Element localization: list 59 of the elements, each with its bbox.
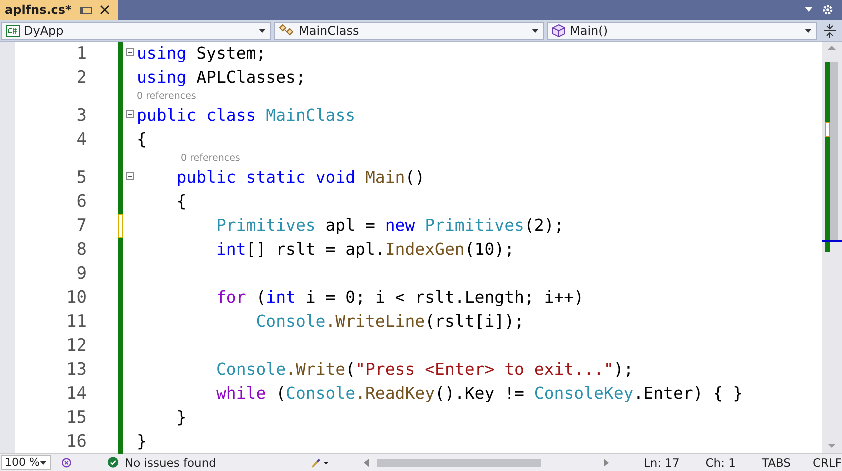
line-number: 2: [76, 68, 87, 88]
close-icon[interactable]: [100, 5, 110, 15]
code-line: }: [137, 431, 147, 453]
collapse-icon[interactable]: [126, 172, 134, 180]
line-number: 14: [66, 384, 87, 404]
code-line: }: [176, 407, 187, 429]
check-icon: [108, 456, 119, 469]
caret-icon: [532, 28, 539, 32]
line-number: 10: [66, 288, 87, 308]
caret-icon: [805, 28, 812, 32]
code-line: using System;: [137, 43, 266, 65]
code-line: Console.WriteLine(rslt[i]);: [255, 311, 524, 333]
pin-icon[interactable]: [80, 6, 92, 14]
code-line: while (Console.ReadKey().Key != ConsoleKey.Enter) { }: [215, 383, 744, 405]
code-line: int[] rslt = apl.IndexGen(10);: [215, 239, 515, 261]
line-number: 6: [76, 192, 87, 212]
line-number: 7: [76, 216, 87, 236]
line-number: 16: [66, 432, 87, 452]
class-icon: [279, 24, 295, 38]
line-number: 11: [66, 312, 87, 332]
code-line: {: [176, 191, 187, 213]
issues-status[interactable]: No issues found: [124, 456, 216, 470]
line-number: 3: [76, 106, 87, 126]
line-number: 8: [76, 240, 87, 260]
line-number: 5: [76, 168, 87, 188]
collapse-icon[interactable]: [126, 48, 134, 56]
dropdown-icon[interactable]: [804, 7, 814, 13]
scroll-right-icon[interactable]: [604, 458, 609, 466]
code-line: Console.Write("Press <Enter> to exit...");: [215, 359, 634, 381]
navigation-dropdown[interactable]: DyApp: [1, 22, 271, 40]
indentation-indicator[interactable]: TABS: [762, 456, 791, 470]
csharp-project-icon: [6, 24, 20, 36]
code-line: for (int i = 0; i < rslt.Length; i++): [215, 287, 584, 309]
line-number: 9: [76, 264, 87, 284]
code-line: using APLClasses;: [137, 67, 306, 89]
code-line: public static void Main(): [176, 167, 426, 189]
settings-icon[interactable]: [822, 4, 834, 16]
line-number: 12: [66, 336, 87, 356]
line-number: 13: [66, 360, 87, 380]
navigation-dropdown[interactable]: MainClass: [274, 22, 544, 40]
column-indicator[interactable]: Ch: 1: [706, 456, 736, 470]
line-number: 4: [76, 130, 87, 150]
line-number: 15: [66, 408, 87, 428]
code-line: public class MainClass: [137, 105, 356, 127]
code-line: Primitives apl = new Primitives(2);: [215, 215, 564, 237]
collapse-icon[interactable]: [126, 110, 134, 118]
cube-icon: [552, 24, 566, 38]
navigation-dropdown[interactable]: Main(): [547, 22, 817, 40]
code-line: {: [137, 129, 147, 151]
scroll-left-icon[interactable]: [364, 458, 370, 466]
line-indicator[interactable]: Ln: 17: [644, 456, 680, 470]
caret-icon: [40, 460, 47, 464]
line-ending-indicator[interactable]: CRLF: [812, 456, 842, 470]
line-number: 1: [76, 44, 87, 64]
caret-icon: [259, 28, 266, 32]
document-tab[interactable]: aplfns.cs*: [0, 0, 118, 20]
vertical-scrollbar[interactable]: [822, 42, 842, 453]
zoom-dropdown[interactable]: 100 %: [1, 455, 51, 470]
horizontal-scrollbar[interactable]: [364, 458, 609, 466]
